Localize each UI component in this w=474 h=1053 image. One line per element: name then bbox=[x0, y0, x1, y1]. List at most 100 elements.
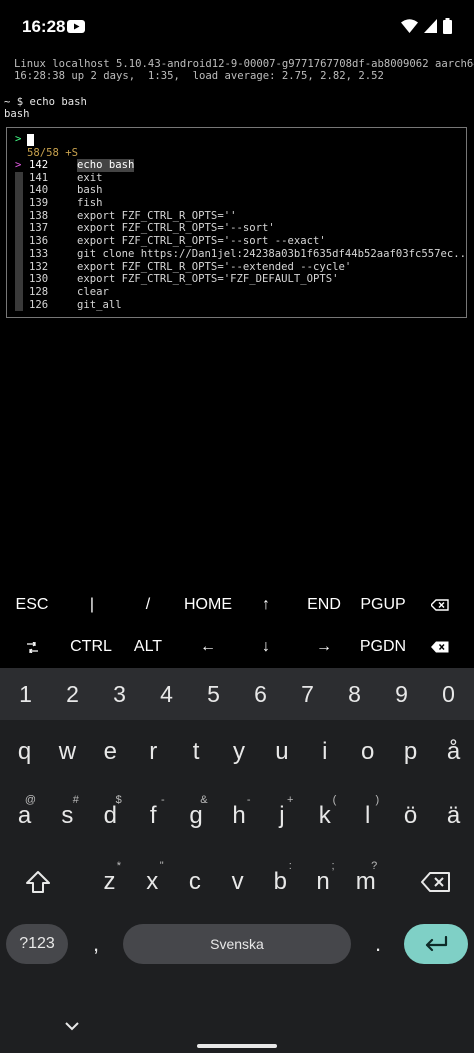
letter-key[interactable]: g & bbox=[173, 786, 220, 846]
letter-key[interactable]: s # bbox=[44, 786, 91, 846]
letter-key[interactable]: o bbox=[344, 722, 391, 782]
letter-key[interactable]: v bbox=[214, 852, 261, 912]
right-arrow-key[interactable]: → bbox=[298, 626, 350, 668]
number-key[interactable]: 7 bbox=[284, 668, 331, 720]
fzf-prompt: > bbox=[15, 133, 22, 145]
chevron-down-icon bbox=[65, 1021, 79, 1030]
number-key[interactable]: 1 bbox=[2, 668, 49, 720]
pgdn-key[interactable]: PGDN bbox=[353, 626, 413, 668]
letter-key[interactable]: w bbox=[44, 722, 91, 782]
keyboard-toggle-key[interactable] bbox=[414, 584, 466, 626]
letter-key[interactable]: e bbox=[87, 722, 134, 782]
letter-key[interactable]: t bbox=[173, 722, 220, 782]
up-arrow-key[interactable]: ↑ bbox=[240, 584, 292, 626]
fzf-history-item[interactable]: 140 bash bbox=[7, 184, 466, 198]
letter-key[interactable]: c bbox=[171, 852, 218, 912]
number-key[interactable]: 5 bbox=[190, 668, 237, 720]
history-number: 126 bbox=[29, 298, 49, 311]
key-label: d bbox=[103, 802, 117, 829]
history-command: exit bbox=[77, 171, 103, 184]
fzf-history-item[interactable]: 139 fish bbox=[7, 197, 466, 210]
key-hint: & bbox=[200, 794, 208, 806]
fzf-history-item[interactable]: 133 git clone https://Dan1jel:24238a03b1f… bbox=[7, 247, 466, 261]
left-arrow-key[interactable]: ← bbox=[182, 626, 234, 668]
key-hint: ; bbox=[331, 860, 335, 872]
number-key[interactable]: 8 bbox=[331, 668, 378, 720]
letter-key[interactable]: a @ bbox=[1, 786, 48, 846]
comma-key[interactable]: , bbox=[74, 924, 118, 964]
history-number: 141 bbox=[29, 171, 49, 184]
pgup-key[interactable]: PGUP bbox=[353, 584, 413, 626]
slash-key[interactable]: / bbox=[122, 584, 174, 626]
letter-key[interactable]: f- bbox=[130, 786, 177, 846]
history-number: 140 bbox=[29, 184, 49, 197]
number-key[interactable]: 0 bbox=[425, 668, 472, 720]
history-command: export FZF_CTRL_R_OPTS='--sort --exact' bbox=[77, 235, 326, 248]
number-key[interactable]: 4 bbox=[143, 668, 190, 720]
backspace-key[interactable] bbox=[414, 626, 466, 668]
number-key[interactable]: 6 bbox=[237, 668, 284, 720]
fzf-history-item[interactable]: 132 export FZF_CTRL_R_OPTS='--extended --… bbox=[7, 260, 466, 274]
number-row: 1234567890 bbox=[0, 668, 474, 720]
tab-icon bbox=[26, 641, 38, 653]
number-key[interactable]: 2 bbox=[49, 668, 96, 720]
fzf-gutter bbox=[15, 273, 23, 286]
fzf-history-item[interactable]: 141 exit bbox=[7, 171, 466, 185]
letter-key[interactable]: x " bbox=[129, 852, 176, 912]
letter-key[interactable]: b: bbox=[257, 852, 304, 912]
fzf-history-picker[interactable]: > 58/58 +S >142 echo bash 141 exit 140 bash 13… bbox=[6, 127, 467, 318]
key-label: e bbox=[103, 738, 117, 765]
letter-key[interactable]: j + bbox=[258, 786, 305, 846]
letter-key[interactable]: m? bbox=[342, 852, 389, 912]
alt-key[interactable]: ALT bbox=[122, 626, 174, 668]
letter-key[interactable]: å bbox=[430, 722, 474, 782]
keyboard-toggle-icon bbox=[431, 599, 449, 611]
key-label: o bbox=[361, 738, 375, 765]
symbols-key[interactable]: ?123 bbox=[6, 924, 68, 964]
fzf-history-item[interactable]: 138 export FZF_CTRL_R_OPTS='' bbox=[7, 209, 466, 223]
space-key[interactable]: Svenska bbox=[123, 924, 351, 964]
letter-key[interactable]: r bbox=[130, 722, 177, 782]
period-key[interactable]: . bbox=[356, 924, 400, 964]
key-label: g bbox=[189, 802, 203, 829]
shell-prompt-line: ~ $ echo bash bbox=[4, 96, 87, 108]
gesture-nav-handle[interactable] bbox=[197, 1044, 277, 1048]
letter-key[interactable]: i bbox=[301, 722, 348, 782]
terminal-view[interactable]: Linux localhost 5.10.43-android12-9-0000… bbox=[0, 52, 474, 584]
letter-key[interactable]: z * bbox=[86, 852, 133, 912]
fzf-history-item[interactable]: >142 echo bash bbox=[7, 159, 466, 172]
terminal-cursor bbox=[27, 134, 34, 146]
fzf-history-item[interactable]: 126 git_all bbox=[7, 298, 466, 312]
number-key[interactable]: 3 bbox=[96, 668, 143, 720]
fzf-history-item[interactable]: 137 export FZF_CTRL_R_OPTS='--sort' bbox=[7, 222, 466, 236]
letter-key[interactable]: p bbox=[387, 722, 434, 782]
pipe-key[interactable]: | bbox=[66, 584, 118, 626]
letter-key[interactable]: l) bbox=[344, 786, 391, 846]
history-command: export FZF_CTRL_R_OPTS='--extended --cyc… bbox=[77, 260, 352, 273]
hide-keyboard-button[interactable] bbox=[58, 1014, 86, 1038]
letter-key[interactable]: q bbox=[1, 722, 48, 782]
letter-key[interactable]: d $ bbox=[87, 786, 134, 846]
key-label: r bbox=[149, 738, 158, 765]
letter-key[interactable]: h- bbox=[216, 786, 263, 846]
letter-key[interactable]: y bbox=[216, 722, 263, 782]
letter-key[interactable]: ö bbox=[387, 786, 434, 846]
tab-key[interactable] bbox=[6, 626, 58, 668]
letter-key[interactable]: u bbox=[258, 722, 305, 782]
fzf-gutter bbox=[15, 184, 23, 198]
fzf-history-item[interactable]: 130 export FZF_CTRL_R_OPTS='FZF_DEFAULT_O… bbox=[7, 273, 466, 286]
shift-key[interactable] bbox=[10, 852, 66, 912]
fzf-history-item[interactable]: 128 clear bbox=[7, 285, 466, 299]
letter-key[interactable]: ä bbox=[430, 786, 474, 846]
end-key[interactable]: END bbox=[298, 584, 350, 626]
home-key[interactable]: HOME bbox=[177, 584, 239, 626]
down-arrow-key[interactable]: ↓ bbox=[240, 626, 292, 668]
keyboard-backspace-key[interactable] bbox=[408, 852, 464, 912]
enter-key[interactable] bbox=[404, 924, 468, 964]
ctrl-key[interactable]: CTRL bbox=[64, 626, 118, 668]
number-key[interactable]: 9 bbox=[378, 668, 425, 720]
letter-key[interactable]: k( bbox=[301, 786, 348, 846]
esc-key[interactable]: ESC bbox=[6, 584, 58, 626]
fzf-history-item[interactable]: 136 export FZF_CTRL_R_OPTS='--sort --exac… bbox=[7, 235, 466, 248]
letter-key[interactable]: n; bbox=[300, 852, 347, 912]
